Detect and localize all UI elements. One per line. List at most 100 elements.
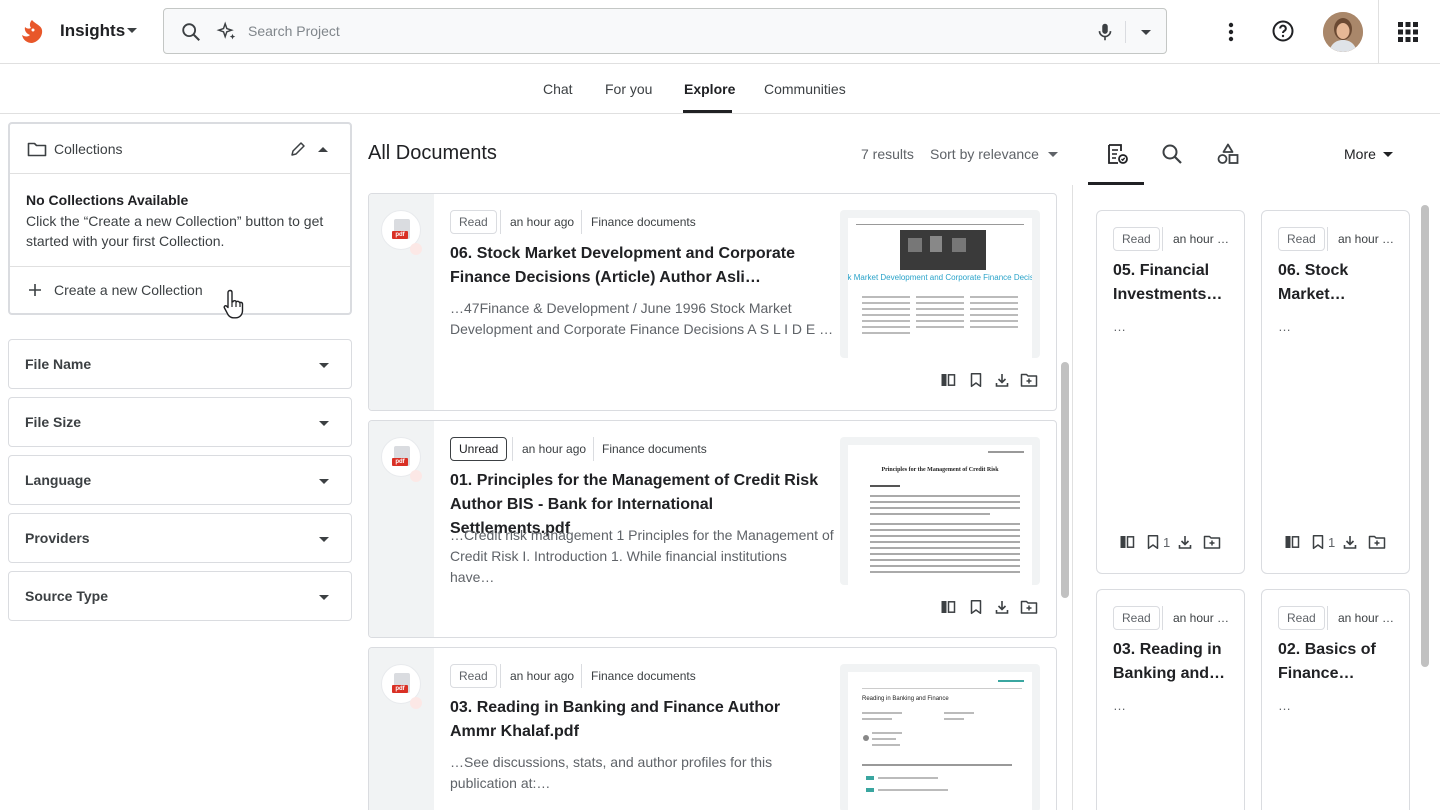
document-card[interactable]: pdf Unread an hour ago Finance documents… xyxy=(368,420,1057,638)
main-scrollbar[interactable] xyxy=(1061,362,1069,598)
app-name[interactable]: Insights xyxy=(60,21,125,41)
document-card[interactable]: pdf Read an hour ago Finance documents 0… xyxy=(368,647,1057,810)
active-tab-indicator xyxy=(683,110,732,113)
document-title[interactable]: 06. Stock Market Development and Corpora… xyxy=(450,242,830,290)
search-icon[interactable] xyxy=(180,21,202,43)
split-view-icon[interactable] xyxy=(940,372,956,388)
chevron-down-icon[interactable] xyxy=(1382,151,1394,159)
bookmark-icon[interactable] xyxy=(1310,534,1326,550)
document-title[interactable]: 03. Reading in Banking and Finance Autho… xyxy=(450,696,830,744)
document-title[interactable]: 02. Basics of Finance… xyxy=(1278,638,1398,686)
document-title[interactable]: 05. Financial Investments… xyxy=(1113,259,1233,307)
plus-icon xyxy=(28,283,42,297)
add-to-folder-icon[interactable] xyxy=(1020,599,1038,615)
page-title: All Documents xyxy=(368,142,497,164)
document-thumbnail[interactable]: Principles for the Management of Credit … xyxy=(840,437,1040,585)
document-title[interactable]: 03. Reading in Banking and… xyxy=(1113,638,1233,686)
document-thumbnail[interactable]: Stock Market Development and Corporate F… xyxy=(840,210,1040,358)
chevron-down-icon[interactable] xyxy=(1047,151,1059,159)
download-icon[interactable] xyxy=(1177,534,1193,550)
more-options-icon[interactable] xyxy=(1220,20,1242,44)
chevron-down-icon xyxy=(318,478,330,486)
add-to-folder-icon[interactable] xyxy=(1020,372,1038,388)
meta-divider xyxy=(581,210,582,234)
ai-sparkle-icon[interactable] xyxy=(216,21,238,43)
chevron-down-icon xyxy=(318,362,330,370)
document-card-compact[interactable]: Read an hour … 05. Financial Investments… xyxy=(1096,210,1245,574)
read-status-badge[interactable]: Read xyxy=(450,664,497,688)
add-to-folder-icon[interactable] xyxy=(1368,534,1386,550)
top-bar: Insights Search Project xyxy=(0,0,1440,64)
tab-explore[interactable]: Explore xyxy=(684,81,735,97)
tab-for-you[interactable]: For you xyxy=(605,81,652,97)
meta-divider xyxy=(593,437,594,461)
document-actions xyxy=(940,599,1050,617)
split-view-icon[interactable] xyxy=(1119,534,1135,550)
meta-divider xyxy=(1327,227,1328,251)
bookmark-icon[interactable] xyxy=(968,599,984,615)
search-bar[interactable]: Search Project xyxy=(163,8,1167,54)
download-icon[interactable] xyxy=(994,599,1010,615)
edit-pencil-icon[interactable] xyxy=(289,140,307,158)
download-icon[interactable] xyxy=(994,372,1010,388)
document-card[interactable]: pdf Read an hour ago Finance documents 0… xyxy=(368,193,1057,411)
document-source[interactable]: Finance documents xyxy=(602,442,707,456)
document-snippet: … xyxy=(1113,698,1126,713)
microphone-icon[interactable] xyxy=(1094,21,1116,43)
document-time: an hour ago xyxy=(522,442,587,456)
document-time: an hour … xyxy=(1338,611,1395,625)
search-options-caret-icon[interactable] xyxy=(1140,29,1152,37)
split-view-icon[interactable] xyxy=(940,599,956,615)
chevron-down-icon xyxy=(318,594,330,602)
filter-file-size[interactable]: File Size xyxy=(8,397,352,447)
download-icon[interactable] xyxy=(1342,534,1358,550)
meta-divider xyxy=(500,210,501,234)
app-logo[interactable] xyxy=(20,18,44,46)
filter-language[interactable]: Language xyxy=(8,455,352,505)
thumbnail-title: Reading in Banking and Finance xyxy=(862,696,949,702)
search-icon[interactable] xyxy=(1160,142,1184,166)
collections-header[interactable]: Collections xyxy=(10,124,350,174)
document-card-compact[interactable]: Read an hour … 03. Reading in Banking an… xyxy=(1096,589,1245,810)
bookmark-icon[interactable] xyxy=(1145,534,1161,550)
pdf-file-icon: pdf xyxy=(381,664,422,709)
document-list-icon[interactable] xyxy=(1105,142,1129,166)
read-status-badge[interactable]: Read xyxy=(1278,606,1325,630)
collapse-caret-icon[interactable] xyxy=(317,145,329,153)
split-view-icon[interactable] xyxy=(1284,534,1300,550)
bookmark-count: 1 xyxy=(1328,535,1336,550)
filter-source-type[interactable]: Source Type xyxy=(8,571,352,621)
app-switcher-caret-icon[interactable] xyxy=(126,27,138,35)
right-panel-scrollbar[interactable] xyxy=(1421,205,1429,667)
pdf-file-icon: pdf xyxy=(381,437,422,482)
read-status-badge[interactable]: Read xyxy=(1278,227,1325,251)
document-source[interactable]: Finance documents xyxy=(591,669,696,683)
tab-chat[interactable]: Chat xyxy=(543,81,573,97)
document-card-compact[interactable]: Read an hour … 06. Stock Market… … 1 xyxy=(1261,210,1410,574)
add-to-folder-icon[interactable] xyxy=(1203,534,1221,550)
document-card-compact[interactable]: Read an hour … 02. Basics of Finance… … xyxy=(1261,589,1410,810)
active-tab-indicator xyxy=(1088,182,1144,185)
read-status-badge[interactable]: Read xyxy=(1113,227,1160,251)
tab-communities[interactable]: Communities xyxy=(764,81,846,97)
sort-dropdown[interactable]: Sort by relevance xyxy=(930,146,1039,162)
user-avatar[interactable] xyxy=(1323,12,1363,52)
read-status-badge[interactable]: Read xyxy=(450,210,497,234)
document-thumbnail[interactable]: Reading in Banking and Finance xyxy=(840,664,1040,810)
filter-providers[interactable]: Providers xyxy=(8,513,352,563)
apps-grid-icon[interactable] xyxy=(1398,22,1418,42)
document-title[interactable]: 06. Stock Market… xyxy=(1278,259,1398,307)
shapes-icon[interactable] xyxy=(1216,142,1240,166)
bookmark-icon[interactable] xyxy=(968,372,984,388)
create-collection-button[interactable]: Create a new Collection xyxy=(10,266,350,313)
search-input[interactable]: Search Project xyxy=(248,23,340,39)
thumbnail-title: Principles for the Management of Credit … xyxy=(881,467,999,473)
unread-status-badge[interactable]: Unread xyxy=(450,437,508,461)
read-status-badge[interactable]: Read xyxy=(1113,606,1160,630)
more-dropdown[interactable]: More xyxy=(1344,146,1376,162)
help-icon[interactable] xyxy=(1271,19,1295,43)
filter-file-name[interactable]: File Name xyxy=(8,339,352,389)
folder-icon xyxy=(27,140,47,158)
meta-divider xyxy=(581,664,582,688)
document-source[interactable]: Finance documents xyxy=(591,215,696,229)
